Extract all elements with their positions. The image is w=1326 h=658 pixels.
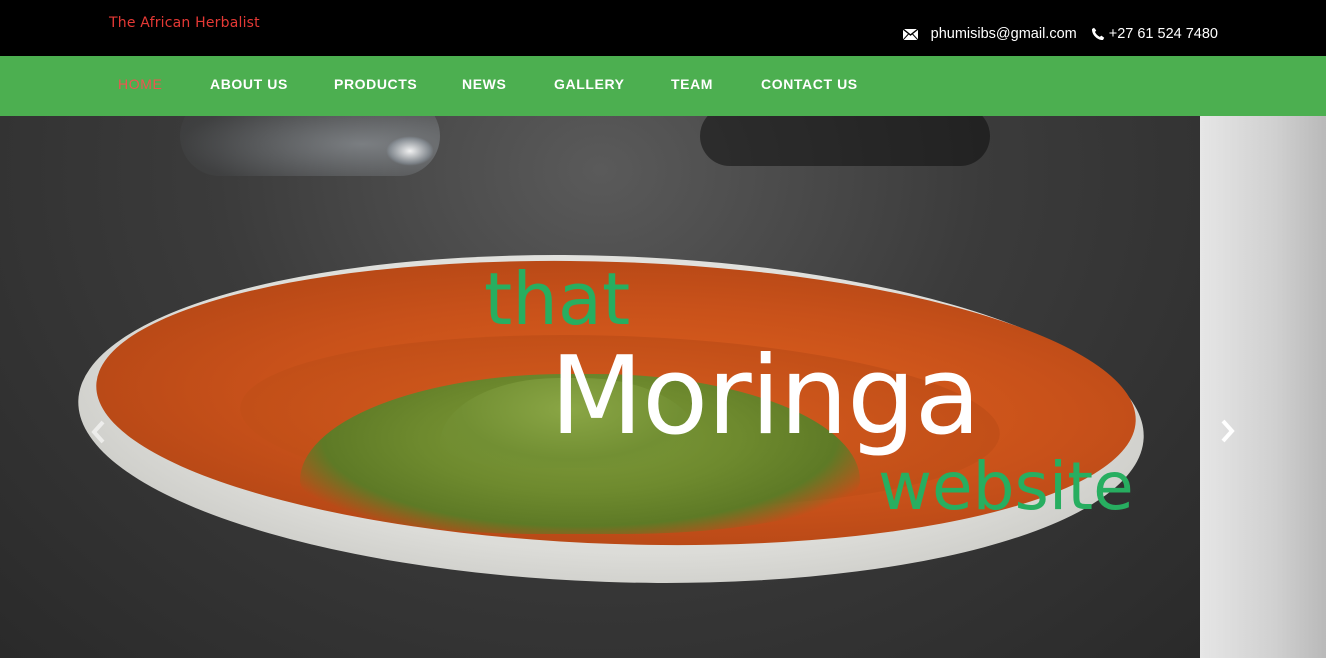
slider-prev-button[interactable]	[83, 412, 113, 452]
nav-item-products[interactable]: PRODUCTS	[334, 76, 417, 92]
nav-item-news[interactable]: NEWS	[462, 76, 506, 92]
background-glint	[386, 136, 434, 166]
top-bar: The African Herbalist phumisibs@gmail.co…	[0, 0, 1326, 56]
envelope-icon	[902, 28, 918, 40]
nav-item-home[interactable]: HOME	[118, 76, 162, 92]
background-bottle	[700, 116, 990, 166]
nav-item-about-us[interactable]: ABOUT US	[210, 76, 288, 92]
next-slide-preview	[1200, 116, 1326, 658]
site-brand[interactable]: The African Herbalist	[109, 15, 260, 31]
phone-contact[interactable]: +27 61 524 7480	[1091, 26, 1218, 42]
contact-info: phumisibs@gmail.com +27 61 524 7480	[902, 26, 1218, 42]
hero-line-that: that	[484, 257, 631, 341]
phone-icon	[1091, 27, 1104, 41]
main-navigation: HOME ABOUT US PRODUCTS NEWS GALLERY TEAM…	[0, 56, 1326, 116]
nav-item-gallery[interactable]: GALLERY	[554, 76, 625, 92]
email-contact[interactable]: phumisibs@gmail.com	[902, 26, 1077, 42]
hero-slider: that Moringa website	[0, 116, 1200, 658]
hero-line-website: website	[878, 448, 1134, 525]
phone-number: +27 61 524 7480	[1108, 26, 1218, 42]
hero-line-moringa: Moringa	[550, 334, 981, 459]
email-address: phumisibs@gmail.com	[930, 26, 1077, 42]
nav-item-team[interactable]: TEAM	[671, 76, 713, 92]
slider-next-button[interactable]	[1213, 411, 1243, 451]
chevron-left-icon	[91, 420, 105, 444]
chevron-right-icon	[1221, 419, 1235, 443]
nav-item-contact-us[interactable]: CONTACT US	[761, 76, 858, 92]
